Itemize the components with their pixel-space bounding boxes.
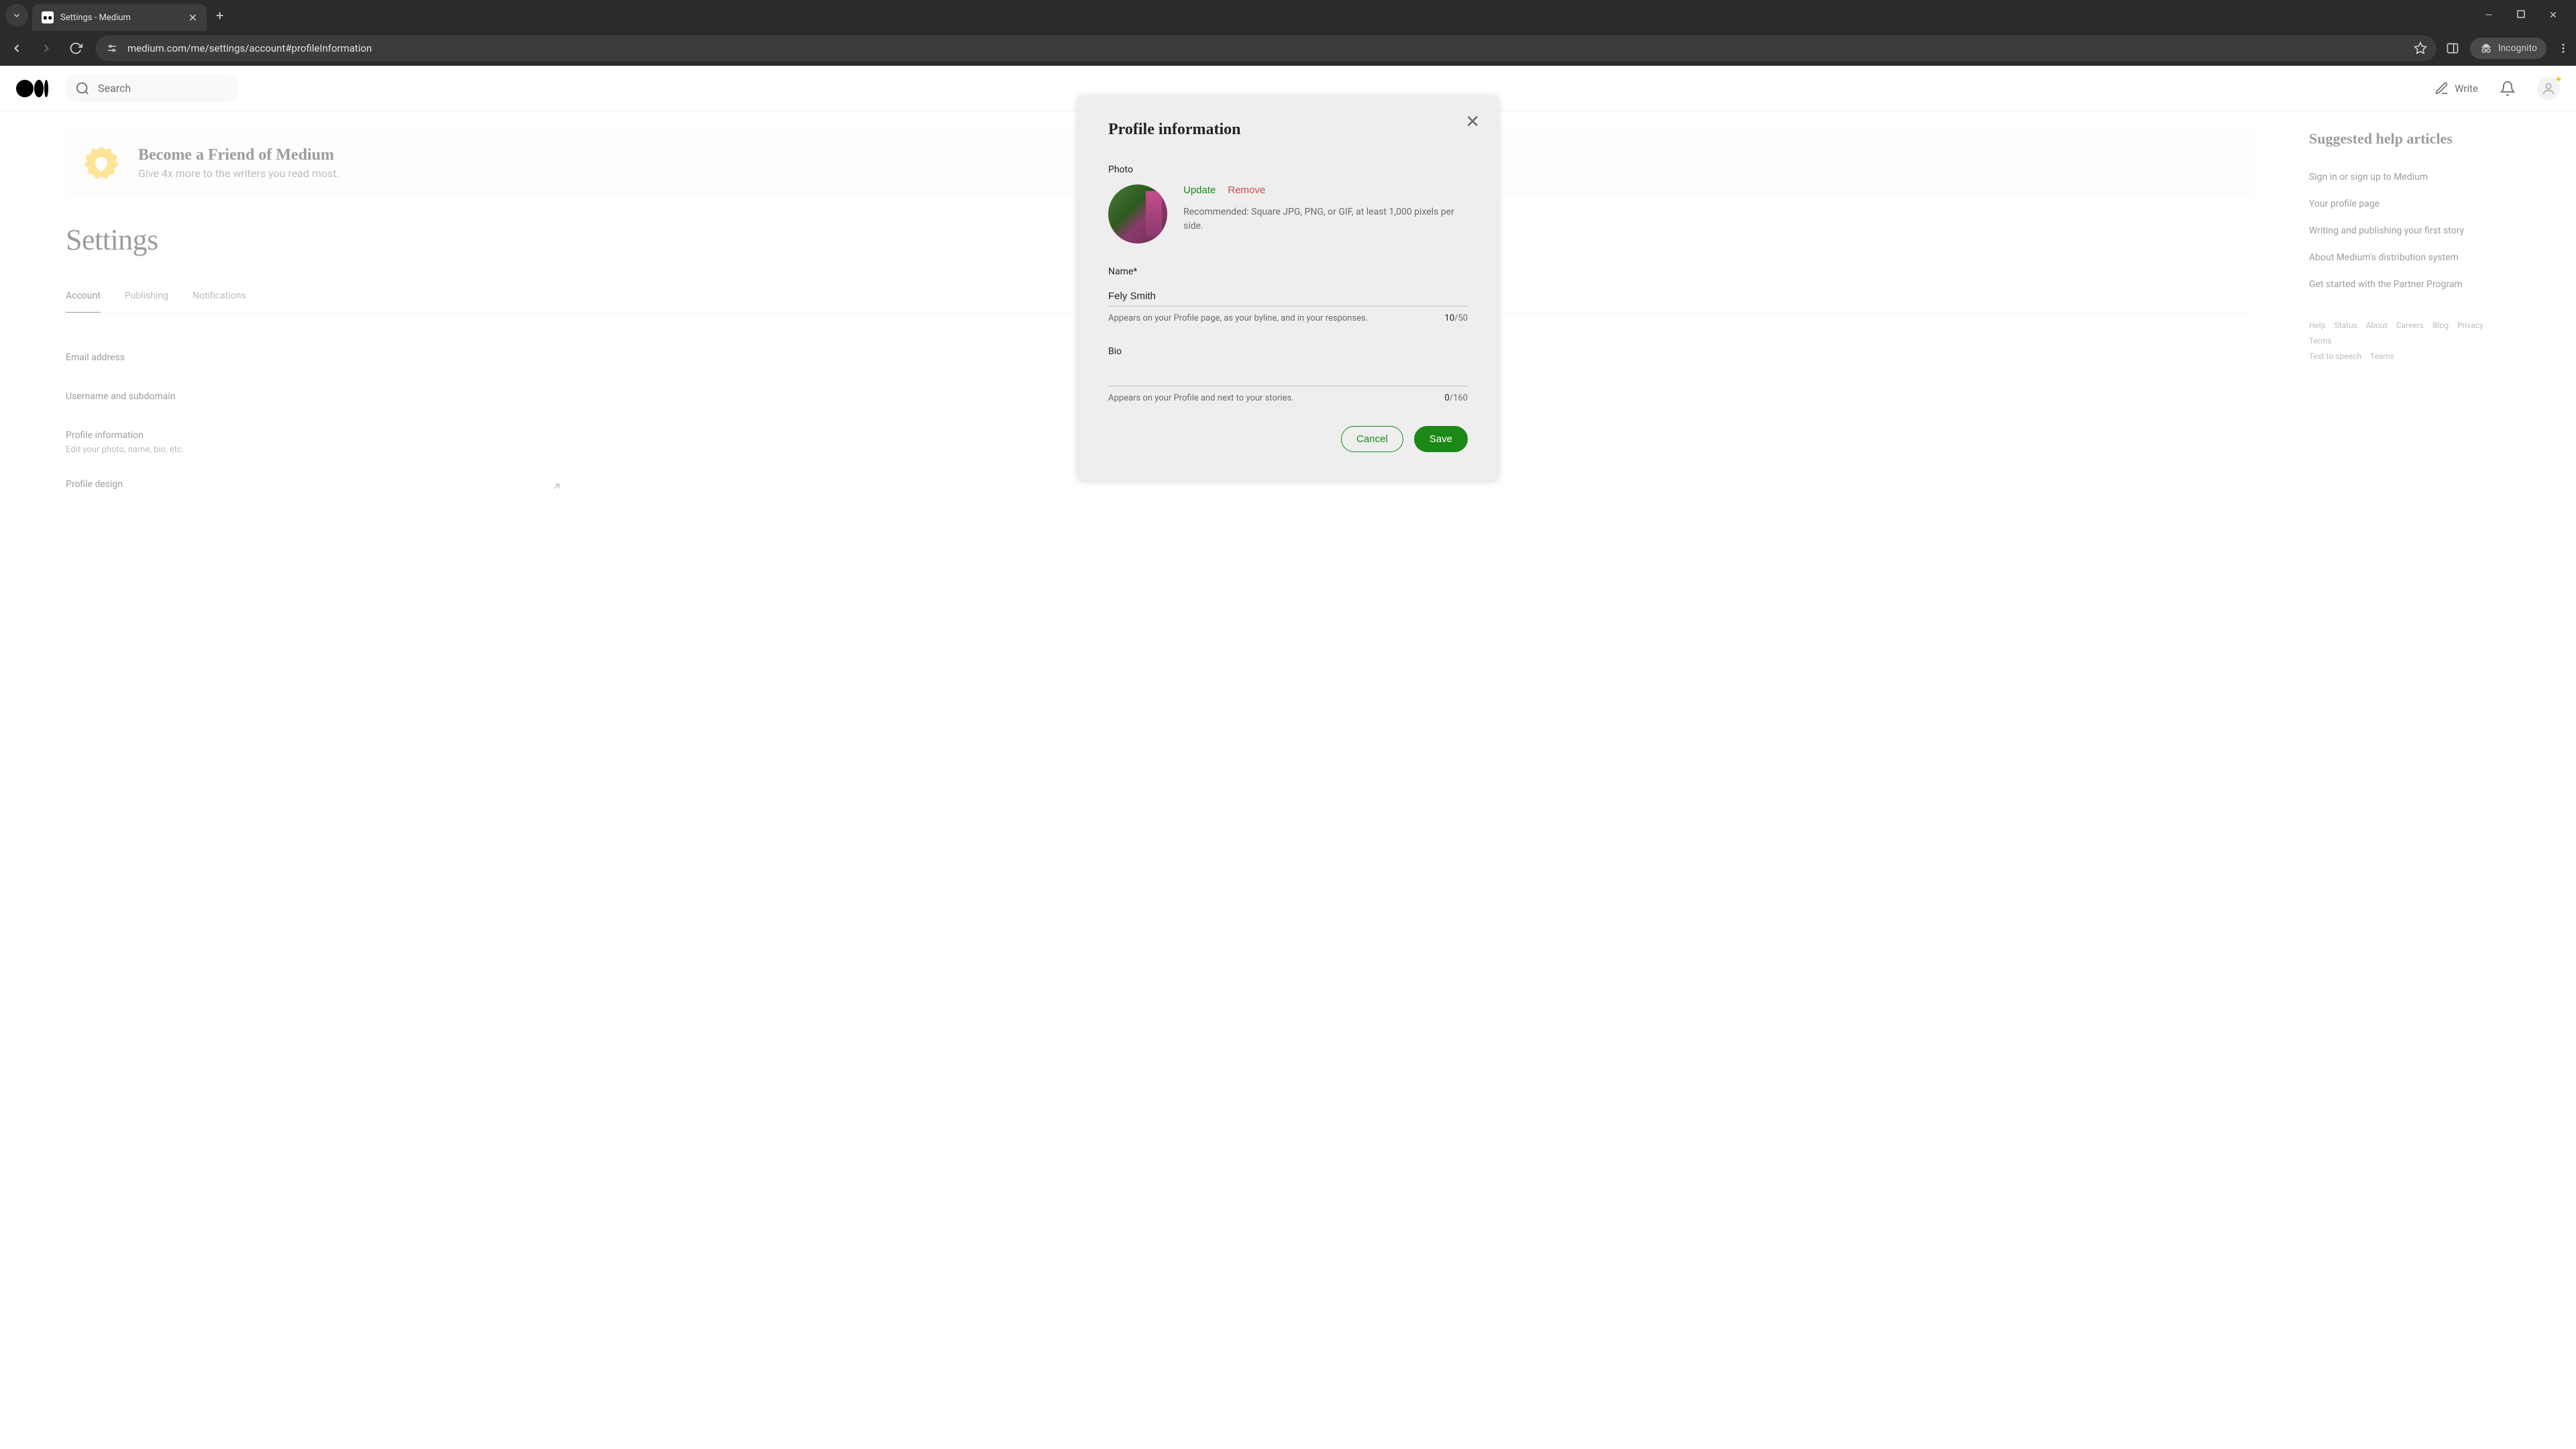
name-input[interactable]	[1108, 286, 1468, 307]
spark-icon: ✦	[2555, 74, 2563, 85]
write-label: Write	[2455, 83, 2478, 95]
maximize-button[interactable]	[2514, 10, 2528, 21]
close-window-button[interactable]: ✕	[2546, 10, 2560, 21]
incognito-label: Incognito	[2498, 43, 2537, 54]
panel-icon	[2446, 42, 2459, 55]
back-button[interactable]	[7, 38, 27, 58]
photo-label: Photo	[1108, 164, 1468, 175]
name-field: Name* Appears on your Profile page, as y…	[1108, 266, 1468, 323]
modal-close-button[interactable]: ✕	[1465, 111, 1480, 132]
bio-label: Bio	[1108, 346, 1468, 357]
arrow-right-icon	[40, 42, 53, 55]
browser-tab[interactable]: ●● Settings - Medium ✕	[32, 4, 207, 31]
kebab-icon	[2557, 42, 2569, 54]
window-controls: — ✕	[2482, 10, 2571, 21]
profile-info-modal: ✕ Profile information Photo Update Remov…	[1077, 95, 1499, 480]
incognito-indicator[interactable]: Incognito	[2470, 38, 2546, 59]
header-right: Write ✦	[2434, 77, 2560, 100]
photo-preview[interactable]	[1108, 184, 1167, 244]
reload-icon	[69, 42, 83, 55]
search-input[interactable]: Search	[64, 74, 239, 103]
save-button[interactable]: Save	[1414, 426, 1468, 452]
new-tab-button[interactable]: +	[216, 7, 223, 23]
chevron-down-icon	[12, 11, 21, 20]
photo-hint: Recommended: Square JPG, PNG, or GIF, at…	[1183, 205, 1468, 233]
notifications-button[interactable]	[2500, 80, 2516, 97]
url-text: medium.com/me/settings/account#profileIn…	[127, 42, 372, 54]
forward-button[interactable]	[36, 38, 56, 58]
modal-actions: Cancel Save	[1108, 426, 1468, 452]
name-hint: Appears on your Profile page, as your by…	[1108, 313, 1368, 323]
minimize-button[interactable]: —	[2482, 10, 2496, 21]
bio-field: Bio Appears on your Profile and next to …	[1108, 346, 1468, 403]
chrome-menu-button[interactable]	[2557, 42, 2569, 54]
user-icon	[2541, 81, 2556, 96]
search-icon	[75, 81, 90, 96]
name-count: 10/50	[1444, 313, 1468, 323]
bio-count: 0/160	[1444, 393, 1468, 403]
reload-button[interactable]	[66, 38, 86, 58]
side-panel-button[interactable]	[2446, 42, 2459, 55]
search-placeholder: Search	[98, 82, 131, 95]
bookmark-button[interactable]	[2414, 42, 2427, 55]
chrome-right: Incognito	[2446, 38, 2569, 59]
photo-remove-button[interactable]: Remove	[1228, 184, 1265, 196]
bio-input[interactable]	[1108, 366, 1468, 386]
site-controls-icon[interactable]	[105, 41, 119, 56]
medium-logo[interactable]	[16, 80, 48, 97]
browser-chrome: ●● Settings - Medium ✕ + — ✕ medium.com/…	[0, 0, 2576, 66]
modal-title: Profile information	[1108, 121, 1468, 139]
write-icon	[2434, 81, 2449, 96]
address-bar[interactable]: medium.com/me/settings/account#profileIn…	[95, 36, 2436, 61]
favicon-icon: ●●	[42, 11, 54, 23]
avatar-button[interactable]: ✦	[2537, 77, 2560, 100]
tab-close-button[interactable]: ✕	[189, 11, 197, 24]
arrow-left-icon	[10, 42, 23, 55]
tab-title: Settings - Medium	[60, 13, 131, 23]
maximize-icon	[2517, 10, 2525, 18]
address-bar-row: medium.com/me/settings/account#profileIn…	[0, 31, 2576, 66]
incognito-icon	[2479, 42, 2493, 55]
cancel-button[interactable]: Cancel	[1341, 426, 1403, 452]
bell-icon	[2500, 80, 2516, 97]
star-icon	[2414, 42, 2427, 55]
tune-icon	[106, 42, 118, 54]
photo-update-button[interactable]: Update	[1183, 184, 1216, 196]
name-label: Name*	[1108, 266, 1468, 277]
tab-search-dropdown[interactable]	[5, 4, 28, 27]
write-button[interactable]: Write	[2434, 81, 2478, 96]
photo-field: Photo Update Remove Recommended: Square …	[1108, 164, 1468, 244]
bio-hint: Appears on your Profile and next to your…	[1108, 393, 1294, 403]
tab-bar: ●● Settings - Medium ✕ + — ✕	[0, 0, 2576, 31]
